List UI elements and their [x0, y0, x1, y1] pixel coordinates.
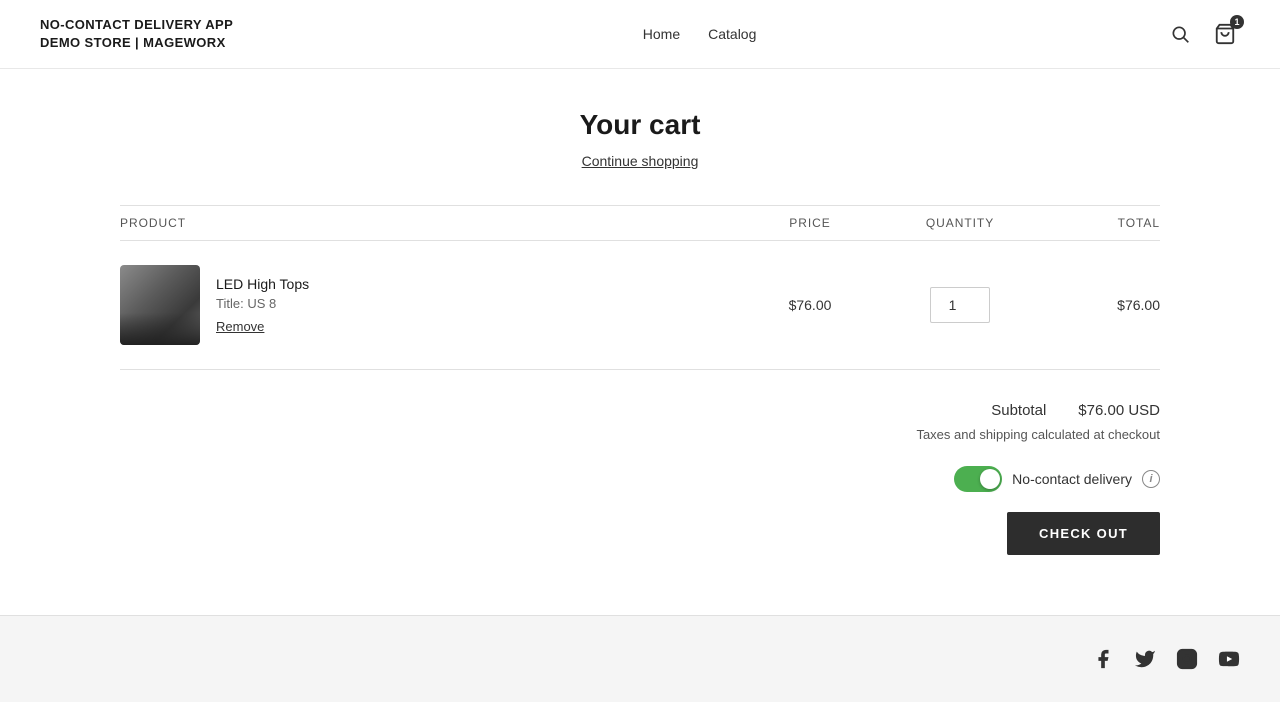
- cart-button[interactable]: 1: [1210, 19, 1240, 49]
- instagram-icon[interactable]: [1176, 648, 1198, 670]
- column-quantity: QUANTITY: [880, 216, 1040, 230]
- column-product: PRODUCT: [120, 216, 740, 230]
- search-icon: [1170, 24, 1190, 44]
- header-actions: 1: [1166, 19, 1240, 49]
- checkout-button[interactable]: CHECK OUT: [1007, 512, 1160, 555]
- tax-note: Taxes and shipping calculated at checkou…: [916, 427, 1160, 442]
- no-contact-toggle[interactable]: [954, 466, 1002, 492]
- cart-badge: 1: [1230, 15, 1244, 29]
- no-contact-row: No-contact delivery i: [954, 466, 1160, 492]
- column-total: TOTAL: [1040, 216, 1160, 230]
- cart-table-header: PRODUCT PRICE QUANTITY TOTAL: [120, 205, 1160, 241]
- subtotal-row: Subtotal $76.00 USD: [991, 402, 1160, 419]
- facebook-icon[interactable]: [1092, 648, 1114, 670]
- main-nav: Home Catalog: [643, 26, 757, 42]
- site-footer: [0, 615, 1280, 702]
- search-button[interactable]: [1166, 20, 1194, 48]
- nav-catalog[interactable]: Catalog: [708, 26, 756, 42]
- product-image: [120, 265, 200, 345]
- no-contact-label: No-contact delivery: [1012, 471, 1132, 487]
- help-icon[interactable]: i: [1142, 470, 1160, 488]
- quantity-col: [880, 287, 1040, 323]
- product-name: LED High Tops: [216, 276, 309, 292]
- youtube-icon[interactable]: [1218, 648, 1240, 670]
- subtotal-value: $76.00 USD: [1078, 402, 1160, 419]
- cart-page: Your cart Continue shopping PRODUCT PRIC…: [100, 69, 1180, 615]
- product-col: LED High Tops Title: US 8 Remove: [120, 265, 740, 345]
- nav-home[interactable]: Home: [643, 26, 680, 42]
- cart-summary: Subtotal $76.00 USD Taxes and shipping c…: [120, 402, 1160, 555]
- site-header: NO-CONTACT DELIVERY APP DEMO STORE | MAG…: [0, 0, 1280, 69]
- social-links: [40, 648, 1240, 670]
- continue-shopping-link[interactable]: Continue shopping: [120, 153, 1160, 169]
- quantity-input[interactable]: [930, 287, 990, 323]
- remove-link[interactable]: Remove: [216, 319, 309, 334]
- product-total: $76.00: [1040, 297, 1160, 313]
- page-title: Your cart: [120, 109, 1160, 141]
- subtotal-label: Subtotal: [991, 402, 1046, 419]
- product-price: $76.00: [740, 297, 880, 313]
- column-price: PRICE: [740, 216, 880, 230]
- twitter-icon[interactable]: [1134, 648, 1156, 670]
- product-variant: Title: US 8: [216, 296, 309, 311]
- product-info: LED High Tops Title: US 8 Remove: [216, 276, 309, 334]
- table-row: LED High Tops Title: US 8 Remove $76.00 …: [120, 241, 1160, 370]
- store-name: NO-CONTACT DELIVERY APP DEMO STORE | MAG…: [40, 16, 233, 52]
